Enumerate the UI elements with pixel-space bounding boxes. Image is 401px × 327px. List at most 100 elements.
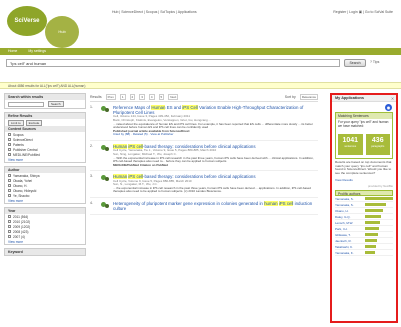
prolific-author-bar <box>365 215 382 219</box>
prolific-author-name[interactable]: Lensch, M.W. <box>335 221 363 225</box>
my-applications-title: My Applications <box>335 96 364 100</box>
checkbox[interactable] <box>8 179 11 182</box>
prolific-author-bar <box>365 251 376 255</box>
checkbox[interactable] <box>8 235 11 238</box>
result-source: MEDLINE/PubMed Citation on PubMed <box>113 162 168 167</box>
result-snippet: ... the exponential increase in iPS cell… <box>113 185 311 194</box>
prolific-author-name[interactable]: Jaenisch, R. <box>335 239 363 243</box>
search-within-box: Search within results Search <box>4 93 86 109</box>
checkbox[interactable] <box>8 148 11 151</box>
my-applications-panel: My Applications ✕ ◉ Matching Sentences F… <box>330 93 398 323</box>
exclude-button[interactable]: Exclude <box>25 119 43 126</box>
result-item: 2. Human iPS cell-based therapy: conside… <box>90 141 318 172</box>
prolific-author-name[interactable]: Okano, H. <box>335 209 363 213</box>
prolific-author-row[interactable]: Yamanaka, K. <box>335 250 393 257</box>
prolific-author-bar <box>365 203 387 207</box>
keyword-title: Keyword <box>5 249 85 255</box>
result-number: 1. <box>90 105 93 109</box>
nav-home[interactable]: Home <box>8 49 17 53</box>
page-5[interactable]: 5 <box>158 94 165 100</box>
result-title[interactable]: Heterogeneity of pluripotent marker gene… <box>113 200 318 211</box>
prolific-author-name[interactable]: Ishikawa, T. <box>335 233 363 237</box>
checkbox[interactable] <box>8 215 11 218</box>
results-list: Results Prev 1 2 3 4 5 Next Sort by Rele… <box>90 93 318 327</box>
search-within-button[interactable]: Search <box>48 101 64 107</box>
results-summary-bar: About 4886 results for ALL("ips cell") A… <box>0 82 401 89</box>
checkbox[interactable] <box>8 194 11 197</box>
paragraphs-count-tile[interactable]: 436 paragraphs <box>365 133 390 155</box>
result-links[interactable]: Cited by (88) · Related (5) · View at Pu… <box>113 133 318 137</box>
prolific-author-name[interactable]: Park, I.H. <box>335 227 363 231</box>
author-facet-box: Author Yamanaka, Shinya Okada, Yohei Oka… <box>4 166 86 204</box>
result-number: 3. <box>90 174 93 179</box>
prolific-author-name[interactable]: Yamanaka, S. <box>335 203 363 207</box>
sentences-label: sentences <box>344 144 357 148</box>
prolific-author-bar <box>365 239 377 243</box>
hub-logo[interactable]: Hub <box>45 16 79 48</box>
prolific-author-name[interactable]: Daley, G.Q. <box>335 215 363 219</box>
checkbox[interactable] <box>8 143 11 146</box>
matching-sentences-title: Matching Sentences <box>338 114 369 118</box>
page-4[interactable]: 4 <box>148 94 155 100</box>
checkbox[interactable] <box>8 189 11 192</box>
document-type-icon <box>101 144 110 152</box>
checkbox[interactable] <box>8 225 11 228</box>
page-prev[interactable]: Prev <box>105 94 116 100</box>
my-applications-header: My Applications ✕ <box>332 95 396 102</box>
search-input[interactable] <box>6 59 340 67</box>
prolific-authors-list: Yamanaka, S. Yamanaka, S. Okano, H. Daley, … <box>332 196 396 257</box>
paragraphs-label: paragraphs <box>371 144 385 148</box>
left-sidebar: Search within results Search Refine Resu… <box>4 93 86 327</box>
result-number: 4. <box>90 200 93 205</box>
page-2[interactable]: 2 <box>129 94 136 100</box>
checkbox[interactable] <box>8 184 11 187</box>
limit-to-button[interactable]: Limit to <box>8 119 24 126</box>
result-item: 1. Reference Maps of Human ES and iPS Ce… <box>90 102 318 142</box>
page-1[interactable]: 1 <box>119 94 126 100</box>
result-number: 2. <box>90 144 93 149</box>
document-type-icon <box>101 201 110 209</box>
search-tips-link[interactable]: ? Tips <box>370 60 379 64</box>
checkbox[interactable] <box>8 133 11 136</box>
search-within-input[interactable] <box>8 101 44 107</box>
prolific-author-bar <box>365 233 378 237</box>
close-icon[interactable]: ✕ <box>391 96 394 101</box>
view-more-link[interactable]: View more <box>5 198 85 203</box>
year-facet-box: Year 2011 (564) 2010 (2102) 2009 (1202) … <box>4 207 86 245</box>
matching-sentences-header: Matching Sentences <box>336 113 392 119</box>
checkbox[interactable] <box>8 230 11 233</box>
register-login-links[interactable]: Register | Login ▣ | Go to SciVal Suite <box>333 10 393 14</box>
sentences-count-tile[interactable]: 1041 sentences <box>338 133 363 155</box>
sort-select[interactable]: Relevance <box>299 94 318 100</box>
prolific-authors-title: Prolific authors <box>338 192 361 197</box>
pager: Results Prev 1 2 3 4 5 Next Sort by Rele… <box>90 93 318 102</box>
results-label: Results <box>90 95 102 99</box>
prolific-author-bar <box>365 221 380 225</box>
view-more-link[interactable]: View more <box>5 239 85 244</box>
prolific-author-name[interactable]: Takahashi, K. <box>335 245 363 249</box>
checkbox[interactable] <box>8 174 11 177</box>
page-next[interactable]: Next <box>168 94 179 100</box>
checkbox[interactable] <box>8 220 11 223</box>
prolific-author-name[interactable]: Yamanaka, K. <box>335 251 363 255</box>
checkbox[interactable] <box>8 153 11 156</box>
view-more-link[interactable]: View more <box>5 157 85 162</box>
powered-by-label: provided by NextBio <box>367 184 393 189</box>
result-item: 3. Human iPS cell-based therapy: conside… <box>90 171 318 198</box>
prolific-author-bar <box>365 227 380 231</box>
nav-my-settings[interactable]: My settings <box>28 49 46 53</box>
search-button[interactable]: Search <box>344 59 366 67</box>
document-type-icon <box>101 174 110 182</box>
sciverse-logo[interactable]: SciVerse <box>7 6 47 36</box>
checkbox[interactable] <box>8 138 11 141</box>
prolific-author-name[interactable]: Yamanaka, S. <box>335 197 363 201</box>
search-bar: Search ? Tips <box>0 55 401 71</box>
app-description: Results are based on top documents that … <box>335 159 392 176</box>
paragraphs-count: 436 <box>371 136 384 144</box>
page-3[interactable]: 3 <box>139 94 145 100</box>
sort-label: Sort by <box>284 95 296 99</box>
refine-results-box: Refine Results Limit to Exclude Content … <box>4 112 86 163</box>
gadget-icon[interactable]: ◉ <box>385 104 392 111</box>
top-nav[interactable]: Hub | ScienceDirect | Scopus | SciTopics… <box>112 10 197 14</box>
matching-sentences-box: Matching Sentences For your query "ips c… <box>335 112 393 159</box>
